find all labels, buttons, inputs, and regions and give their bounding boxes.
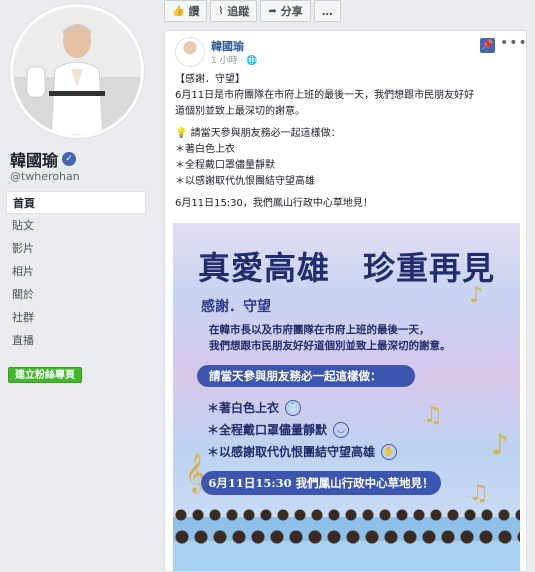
- post-author-avatar[interactable]: [175, 37, 205, 67]
- more-options-button[interactable]: …: [313, 0, 341, 22]
- post-author[interactable]: 韓國瑜: [211, 38, 244, 54]
- thumbs-up-icon: 👍: [172, 5, 185, 17]
- more-label: …: [321, 4, 333, 18]
- poster-title: 真愛高雄 珍重再見: [197, 249, 495, 287]
- poster-body: 在韓市長以及市府團隊在市府上班的最後一天， 我們想跟市民朋友好好道個別並致上最深…: [209, 322, 509, 354]
- page-title[interactable]: 韓國瑜 ✓: [10, 147, 77, 171]
- nav-item-posts[interactable]: 貼文: [6, 214, 146, 237]
- share-arrow-icon: ➦: [268, 5, 277, 17]
- nav-item-about[interactable]: 關於: [6, 283, 146, 306]
- post-message: 【感謝．守望】 6月11日是市府團隊在市府上班的最後一天，我們想跟市民朋友好好 …: [175, 72, 520, 212]
- poster-event-banner: 6月11日15:30 我們鳳山行政中心草地見！: [201, 471, 441, 495]
- post-more-icon[interactable]: •••: [500, 35, 526, 51]
- create-page-button[interactable]: 建立粉絲專頁: [8, 367, 82, 383]
- post-image[interactable]: ♪ 𝄞 ♫ ♪ ♫ 真愛高雄 珍重再見 感謝．守望 在韓市長以及市府團隊在市府上…: [173, 223, 520, 571]
- poster-item-text: ＊著白色上衣: [207, 401, 280, 415]
- post-time-text[interactable]: 1 小時 ·: [211, 56, 246, 66]
- post-line: 道個別並致上最深切的謝意。: [175, 106, 305, 117]
- handshake-icon: ✋: [381, 444, 398, 460]
- page-action-bar: 👍 讚 ⌇ 追蹤 ➦ 分享 …: [164, 0, 341, 22]
- post-line: ＊以感謝取代仇恨團結守望高雄: [175, 176, 315, 187]
- music-note-icon: ♫: [423, 403, 443, 428]
- post-line: ＊著白色上衣: [175, 144, 235, 155]
- post-timestamp[interactable]: 1 小時 · 🌐: [211, 53, 257, 66]
- like-button[interactable]: 👍 讚: [164, 0, 208, 22]
- post-line: 6月11日15:30，我們鳳山行政中心草地見！: [175, 198, 373, 209]
- profile-photo-figure: [13, 7, 141, 135]
- share-button[interactable]: ➦ 分享: [260, 0, 311, 22]
- poster-item: ＊著白色上衣 👕: [207, 397, 397, 419]
- page-name-text[interactable]: 韓國瑜: [10, 147, 58, 171]
- post-line: ＊全程戴口罩儘量靜默: [175, 160, 275, 171]
- nav-item-community[interactable]: 社群: [6, 306, 146, 329]
- page-sidebar: 韓國瑜 ✓ @twherohan 首頁 貼文 影片 相片 關於 社群 直播 建立…: [0, 0, 152, 572]
- poster-item-text: ＊全程戴口罩儘量靜默: [207, 423, 328, 437]
- music-note-icon: ♪: [491, 428, 509, 461]
- post-line: 【感謝．守望】: [175, 74, 245, 85]
- follow-label: 追蹤: [227, 5, 250, 18]
- pinned-post: 韓國瑜 1 小時 · 🌐 📌 ••• 【感謝．守望】 6月11日是市府團隊在市府…: [164, 30, 527, 572]
- post-line: 6月11日是市府團隊在市府上班的最後一天，我們想跟市民朋友好好: [175, 90, 475, 101]
- nav-item-videos[interactable]: 影片: [6, 237, 146, 260]
- poster-instructions-list: ＊著白色上衣 👕 ＊全程戴口罩儘量靜默 ◡ ＊以感謝取代仇恨團結守望高雄 ✋: [207, 397, 398, 463]
- verified-badge-icon: ✓: [62, 152, 77, 166]
- globe-icon: 🌐: [246, 56, 258, 66]
- like-label: 讚: [188, 5, 200, 18]
- poster-item-text: ＊以感謝取代仇恨團結守望高雄: [207, 445, 376, 459]
- profile-picture[interactable]: [10, 4, 144, 138]
- poster-subtitle: 感謝．守望: [201, 299, 271, 315]
- music-note-icon: ♫: [469, 481, 489, 506]
- pin-icon: 📌: [480, 38, 495, 53]
- nav-item-photos[interactable]: 相片: [6, 260, 146, 283]
- page-handle[interactable]: @twherohan: [10, 170, 80, 183]
- poster-instructions-banner: 請當天參與朋友務必一起這樣做：: [197, 365, 415, 387]
- avatar: [13, 7, 141, 135]
- follow-button[interactable]: ⌇ 追蹤: [210, 0, 258, 22]
- poster-item: ＊以感謝取代仇恨團結守望高雄 ✋: [207, 441, 398, 463]
- rss-icon: ⌇: [218, 5, 224, 17]
- group-photo-front-row: [173, 527, 520, 571]
- poster-item: ＊全程戴口罩儘量靜默 ◡: [207, 419, 397, 441]
- poster-body-line: 在韓市長以及市府團隊在市府上班的最後一天，: [209, 324, 430, 336]
- page-nav: 首頁 貼文 影片 相片 關於 社群 直播: [6, 191, 146, 352]
- mask-icon: ◡: [333, 422, 350, 438]
- nav-item-live[interactable]: 直播: [6, 329, 146, 352]
- shirt-icon: 👕: [285, 400, 302, 416]
- nav-item-home[interactable]: 首頁: [6, 191, 146, 214]
- post-line: 💡 請當天參與朋友務必一起這樣做：: [175, 128, 341, 139]
- poster-body-line: 我們想跟市民朋友好好道個別並致上最深切的謝意。: [209, 340, 451, 352]
- share-label: 分享: [280, 5, 303, 18]
